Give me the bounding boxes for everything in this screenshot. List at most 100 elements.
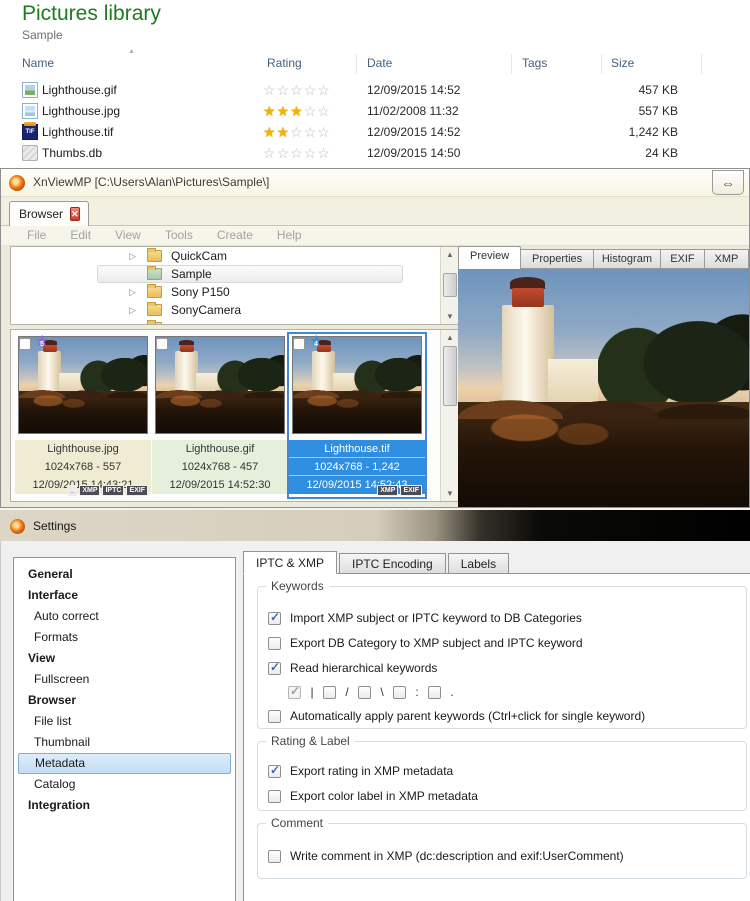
menu-tools[interactable]: Tools — [153, 226, 205, 245]
scroll-down-icon[interactable]: ▼ — [441, 489, 459, 498]
tree-item-sample[interactable]: Sample — [11, 265, 441, 283]
checkbox[interactable] — [268, 660, 281, 675]
tab-iptc-encoding[interactable]: IPTC Encoding — [339, 553, 446, 574]
settings-title-bar[interactable]: Settings — [0, 508, 750, 541]
table-row[interactable]: Lighthouse.jpg ★★★☆☆ 11/02/2008 11:32 55… — [0, 101, 750, 122]
tab-browser[interactable]: Browser ✕ — [9, 201, 89, 226]
checkbox-row-export-color[interactable]: Export color label in XMP metadata — [268, 788, 478, 804]
tab-iptc-xmp[interactable]: IPTC & XMP — [243, 551, 338, 574]
separator-checkbox[interactable] — [288, 684, 301, 699]
checkbox-row-export-rating[interactable]: Export rating in XMP metadata — [268, 763, 453, 779]
tree-item-quickcam[interactable]: ▷ QuickCam — [11, 247, 441, 265]
sidebar-item-thumbnail[interactable]: Thumbnail — [18, 732, 231, 753]
thumbnail-checkbox[interactable] — [19, 338, 31, 350]
close-tab-icon[interactable]: ✕ — [70, 207, 80, 221]
scrollbar-thumb[interactable] — [443, 273, 457, 297]
column-divider[interactable] — [701, 54, 702, 74]
sidebar-item-integration[interactable]: Integration — [18, 795, 231, 816]
chevron-right-icon[interactable]: ▷ — [129, 251, 136, 262]
checkbox-row-export-db[interactable]: Export DB Category to XMP subject and IP… — [268, 635, 583, 651]
scroll-up-icon[interactable]: ▲ — [441, 333, 459, 342]
file-name[interactable]: Lighthouse.jpg — [42, 101, 120, 122]
file-size: 557 KB — [638, 104, 678, 118]
sidebar-item-metadata[interactable]: Metadata — [18, 753, 231, 774]
thumbnail-lighthouse-tif[interactable]: ★ 4 XMP EXIF Lighthouse.tif 1024x768 - 1,… — [287, 332, 427, 499]
folder-icon — [147, 302, 162, 316]
scroll-down-icon[interactable]: ▼ — [441, 312, 459, 321]
chevron-right-icon[interactable]: ▷ — [129, 305, 136, 316]
separator-char: . — [450, 685, 454, 699]
thumbnail-lighthouse-jpg[interactable]: ★ 5 _ XMP IPTC EXIF Lighthouse.jpg 1024x7… — [15, 334, 151, 497]
sidebar-item-catalog[interactable]: Catalog — [18, 774, 231, 795]
tree-item-sony-p150[interactable]: ▷ Sony P150 — [11, 283, 441, 301]
checkbox[interactable] — [268, 636, 281, 650]
file-name[interactable]: Lighthouse.tif — [42, 122, 113, 143]
scrollbar-thumb[interactable] — [443, 346, 457, 406]
separator-checkbox[interactable] — [358, 685, 371, 699]
table-row[interactable]: TIF Lighthouse.tif ★★☆☆☆ 12/09/2015 14:5… — [0, 122, 750, 143]
menu-help[interactable]: Help — [265, 226, 314, 245]
scroll-up-icon[interactable]: ▲ — [441, 250, 459, 259]
checkbox[interactable] — [268, 709, 281, 723]
tree-scrollbar[interactable]: ▲ ▼ — [440, 247, 459, 324]
tab-labels[interactable]: Labels — [447, 553, 510, 574]
column-divider[interactable] — [511, 54, 512, 74]
table-row[interactable]: Lighthouse.gif ☆☆☆☆☆ 12/09/2015 14:52 45… — [0, 80, 750, 101]
checkbox[interactable] — [268, 610, 281, 625]
separator-checkbox[interactable] — [323, 685, 336, 699]
separator-checkbox[interactable] — [393, 685, 406, 699]
xnview-tab-strip: Browser ✕ — [1, 197, 749, 226]
xnview-title-bar[interactable]: XnViewMP [C:\Users\Alan\Pictures\Sample\… — [1, 169, 749, 197]
menu-file[interactable]: File — [15, 226, 58, 245]
thumbnail-checkbox[interactable] — [293, 338, 305, 350]
tab-preview[interactable]: Preview — [458, 246, 522, 269]
thumbnail-scrollbar[interactable]: ▲ ▼ — [440, 330, 459, 501]
file-name[interactable]: Lighthouse.gif — [42, 80, 117, 101]
tab-histogram[interactable]: Histogram — [593, 249, 661, 269]
thumbnail-image[interactable] — [292, 336, 422, 434]
file-name[interactable]: Thumbs.db — [42, 143, 102, 164]
sidebar-item-interface[interactable]: Interface — [18, 585, 231, 606]
checkbox[interactable] — [268, 763, 281, 778]
chevron-right-icon[interactable]: ▷ — [129, 323, 136, 325]
separator-checkbox[interactable] — [428, 685, 441, 699]
column-divider[interactable] — [601, 54, 602, 74]
checkbox-row-import-xmp[interactable]: Import XMP subject or IPTC keyword to DB… — [268, 610, 582, 626]
tab-properties[interactable]: Properties — [521, 249, 594, 269]
menu-edit[interactable]: Edit — [58, 226, 103, 245]
tab-xmp[interactable]: XMP — [704, 249, 749, 269]
checkbox-row-auto-parent[interactable]: Automatically apply parent keywords (Ctr… — [268, 708, 645, 724]
table-row[interactable]: Thumbs.db ☆☆☆☆☆ 12/09/2015 14:50 24 KB — [0, 143, 750, 164]
checkbox[interactable] — [268, 789, 281, 803]
column-header-size[interactable]: Size — [611, 56, 634, 70]
column-header-date[interactable]: Date — [367, 56, 392, 70]
menu-create[interactable]: Create — [205, 226, 265, 245]
column-divider[interactable] — [356, 54, 357, 74]
sidebar-item-browser[interactable]: Browser — [18, 690, 231, 711]
checkbox-row-write-comment[interactable]: Write comment in XMP (dc:description and… — [268, 848, 624, 864]
expand-toolbar-button[interactable]: ⇔ — [712, 170, 744, 195]
sidebar-item-view[interactable]: View — [18, 648, 231, 669]
column-header-tags[interactable]: Tags — [522, 56, 547, 70]
tree-item-partial[interactable]: ▷ — [11, 319, 441, 325]
column-header-name[interactable]: Name — [22, 56, 54, 70]
checkbox-row-read-hierarchical[interactable]: Read hierarchical keywords — [268, 660, 437, 676]
menu-view[interactable]: View — [103, 226, 153, 245]
sidebar-item-general[interactable]: General — [18, 564, 231, 585]
checkbox[interactable] — [268, 849, 281, 863]
column-header-rating[interactable]: Rating — [267, 56, 302, 70]
chevron-right-icon[interactable]: ▷ — [129, 287, 136, 298]
sidebar-item-formats[interactable]: Formats — [18, 627, 231, 648]
tree-item-sonycamera[interactable]: ▷ SonyCamera — [11, 301, 441, 319]
thumbnail-datetime: 12/09/2015 14:52:30 — [152, 476, 288, 494]
thumbnail-lighthouse-gif[interactable]: Lighthouse.gif 1024x768 - 457 12/09/2015… — [152, 334, 288, 497]
thumbnail-checkbox[interactable] — [156, 338, 168, 350]
tab-exif[interactable]: EXIF — [660, 249, 705, 269]
thumbnail-image[interactable] — [155, 336, 285, 434]
preview-image[interactable] — [458, 269, 749, 507]
thumbnail-caption: Lighthouse.gif 1024x768 - 457 12/09/2015… — [152, 440, 288, 494]
sidebar-item-auto-correct[interactable]: Auto correct — [18, 606, 231, 627]
thumbnail-image[interactable] — [18, 336, 148, 434]
sidebar-item-fullscreen[interactable]: Fullscreen — [18, 669, 231, 690]
sidebar-item-file-list[interactable]: File list — [18, 711, 231, 732]
